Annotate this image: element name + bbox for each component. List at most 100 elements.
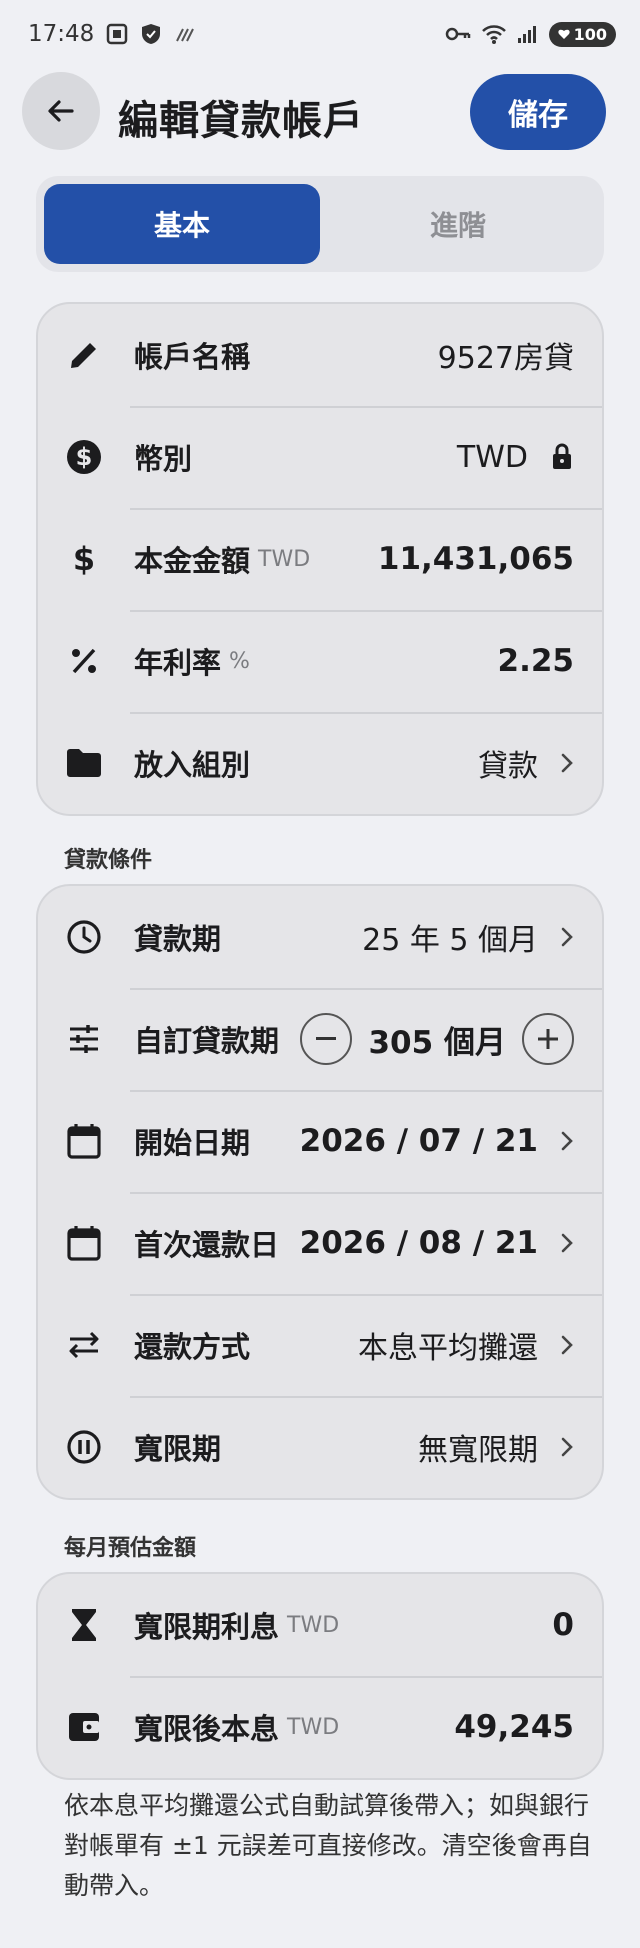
- grace-interest-unit: TWD: [287, 1612, 340, 1638]
- principal-value: 11,431,065: [377, 541, 574, 577]
- custom-term-value: 305 個月: [368, 1024, 506, 1061]
- interest-rate-value: 2.25: [497, 643, 575, 679]
- after-grace-value: 49,245: [454, 1709, 574, 1745]
- first-payment-value: 2026 / 08 / 21: [299, 1225, 538, 1261]
- clock-icon: [64, 917, 104, 957]
- after-grace-row[interactable]: 寬限後本息 TWD 49,245: [38, 1676, 602, 1778]
- minus-icon: [316, 1037, 337, 1040]
- account-name-row[interactable]: 帳戶名稱 9527房貸: [38, 304, 602, 406]
- after-grace-unit: TWD: [287, 1714, 340, 1740]
- grace-period-label: 寬限期: [134, 1432, 222, 1466]
- save-button[interactable]: 儲存: [470, 74, 606, 150]
- calendar-icon: [64, 1121, 104, 1161]
- tab-basic[interactable]: 基本: [44, 184, 320, 264]
- calendar-icon: [64, 1223, 104, 1263]
- chevron-right-icon: [560, 1334, 574, 1356]
- status-left: 17:48: [28, 21, 196, 47]
- custom-term-label: 自訂貸款期: [134, 1024, 280, 1058]
- repayment-method-value-wrap: 本息平均攤還: [358, 1323, 574, 1367]
- monthly-estimate-card: 寬限期利息 TWD 0 寬限後本息 TWD 49,245: [36, 1572, 604, 1780]
- group-value: 貸款: [478, 749, 538, 784]
- loan-terms-section-title: 貸款條件: [64, 848, 153, 873]
- loan-terms-card: 貸款期 25 年 5 個月 自訂貸款期 305 個月 開始日期 2026 / 0…: [36, 884, 604, 1500]
- loan-term-value: 25 年 5 個月: [362, 923, 538, 958]
- currency-value: TWD: [456, 439, 528, 475]
- group-value-wrap: 貸款: [478, 741, 574, 785]
- currency-label: 幣別: [134, 442, 193, 476]
- grace-interest-label: 寬限期利息: [134, 1610, 280, 1644]
- start-date-value-wrap: 2026 / 07 / 21: [300, 1123, 574, 1159]
- sliders-icon: [64, 1019, 104, 1059]
- dollar-sign-icon: $: [64, 539, 104, 579]
- currency-row: $ 幣別 TWD: [38, 406, 602, 508]
- basic-info-card: 帳戶名稱 9527房貸 $ 幣別 TWD $ 本金金額 TWD 11,431,0…: [36, 302, 604, 816]
- chevron-right-icon: [560, 1436, 574, 1458]
- page-title: 編輯貸款帳戶: [118, 98, 364, 144]
- status-bar: 17:48 100: [0, 0, 640, 68]
- percent-icon: [64, 641, 104, 681]
- start-date-label: 開始日期: [134, 1126, 251, 1160]
- interest-rate-row[interactable]: 年利率 % 2.25: [38, 610, 602, 712]
- auto-calc-note: 依本息平均攤還公式自動試算後帶入；如與銀行對帳單有 ±1 元誤差可直接修改。清空…: [64, 1791, 592, 1900]
- principal-label: 本金金額: [134, 544, 251, 578]
- account-name-label: 帳戶名稱: [134, 340, 251, 374]
- screenshot-icon: [106, 23, 128, 45]
- hourglass-icon: [64, 1605, 104, 1645]
- custom-term-row: 自訂貸款期 305 個月: [38, 988, 602, 1090]
- monthly-section-title: 每月預估金額: [64, 1536, 197, 1561]
- grace-period-row[interactable]: 寬限期 無寬限期: [38, 1396, 602, 1498]
- first-payment-value-wrap: 2026 / 08 / 21: [300, 1225, 574, 1261]
- loan-term-value-wrap: 25 年 5 個月: [362, 915, 574, 959]
- chevron-right-icon: [560, 926, 574, 948]
- increment-button[interactable]: [522, 1013, 574, 1065]
- grace-period-value-wrap: 無寬限期: [418, 1425, 574, 1469]
- cell-signal-icon: [517, 24, 539, 44]
- grace-interest-value: 0: [552, 1607, 574, 1643]
- wifi-icon: [481, 23, 507, 45]
- first-payment-label: 首次還款日: [134, 1228, 280, 1262]
- grace-period-value: 無寬限期: [418, 1433, 538, 1468]
- account-name-value: 9527房貸: [437, 341, 574, 376]
- no-signal-icon: [174, 23, 196, 45]
- decrement-button[interactable]: [300, 1013, 353, 1065]
- custom-term-stepper: 305 個月: [300, 1013, 574, 1065]
- repayment-method-label: 還款方式: [134, 1330, 251, 1364]
- status-right: 100: [445, 21, 616, 47]
- repayment-method-row[interactable]: 還款方式 本息平均攤還: [38, 1294, 602, 1396]
- currency-value-wrap: TWD: [457, 440, 574, 475]
- group-label: 放入組別: [134, 748, 251, 782]
- chevron-right-icon: [560, 1232, 574, 1254]
- wallet-icon: [64, 1707, 104, 1747]
- chevron-right-icon: [560, 752, 574, 774]
- pencil-icon: [64, 335, 104, 375]
- start-date-row[interactable]: 開始日期 2026 / 07 / 21: [38, 1090, 602, 1192]
- interest-rate-unit: %: [229, 648, 250, 674]
- pause-circle-icon: [64, 1427, 104, 1467]
- loan-term-row[interactable]: 貸款期 25 年 5 個月: [38, 886, 602, 988]
- battery-level: 100: [573, 24, 607, 44]
- repayment-method-value: 本息平均攤還: [358, 1331, 538, 1366]
- arrow-left-icon: [48, 100, 74, 122]
- folder-icon: [64, 743, 104, 783]
- principal-unit: TWD: [258, 546, 311, 572]
- tab-bar: 基本 進階: [36, 176, 604, 272]
- svg-text:$: $: [76, 443, 93, 471]
- dollar-circle-icon: $: [64, 437, 104, 477]
- battery-indicator: 100: [548, 21, 616, 47]
- svg-text:$: $: [73, 541, 95, 577]
- lock-icon: [550, 443, 574, 471]
- start-date-value: 2026 / 07 / 21: [299, 1123, 538, 1159]
- first-payment-row[interactable]: 首次還款日 2026 / 08 / 21: [38, 1192, 602, 1294]
- swap-arrows-icon: [64, 1325, 104, 1365]
- back-button[interactable]: [22, 72, 100, 150]
- chevron-right-icon: [560, 1130, 574, 1152]
- grace-interest-row[interactable]: 寬限期利息 TWD 0: [38, 1574, 602, 1676]
- loan-term-label: 貸款期: [134, 922, 222, 956]
- after-grace-label: 寬限後本息: [134, 1712, 280, 1746]
- battery-heart-icon: [557, 29, 570, 39]
- plus-icon: [538, 1029, 558, 1049]
- tab-advanced[interactable]: 進階: [320, 184, 596, 264]
- shield-icon: [140, 23, 162, 45]
- principal-row[interactable]: $ 本金金額 TWD 11,431,065: [38, 508, 602, 610]
- group-row[interactable]: 放入組別 貸款: [38, 712, 602, 814]
